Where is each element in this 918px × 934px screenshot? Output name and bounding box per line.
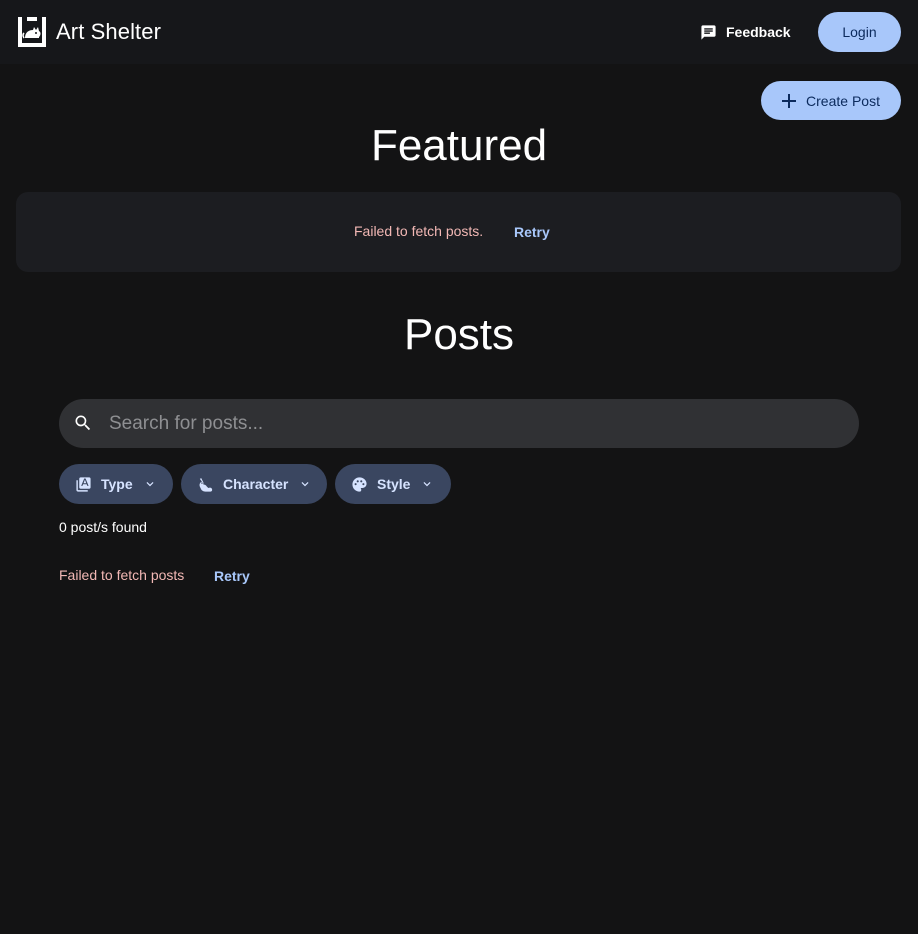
palette-icon	[352, 476, 367, 492]
filter-character-label: Character	[223, 476, 289, 492]
search-icon	[75, 415, 91, 431]
login-button[interactable]: Login	[818, 12, 901, 52]
filter-style-label: Style	[377, 476, 411, 492]
character-icon	[199, 477, 213, 492]
search-input[interactable]	[109, 399, 849, 448]
cat-shelter-logo-icon	[18, 17, 46, 47]
chevron-down-icon	[423, 482, 431, 487]
featured-retry-label: Retry	[514, 224, 550, 240]
featured-error-message: Failed to fetch posts.	[354, 223, 484, 239]
post-count: 0 post/s found	[59, 519, 147, 535]
create-post-label: Create Post	[806, 92, 880, 109]
brand-home-link[interactable]: Art Shelter	[18, 16, 161, 48]
feedback-button[interactable]: Feedback	[690, 14, 801, 50]
featured-retry-button[interactable]: Retry	[506, 218, 558, 246]
posts-error-message: Failed to fetch posts	[59, 567, 185, 583]
create-post-button[interactable]: Create Post	[761, 81, 901, 120]
search-bar[interactable]	[59, 399, 859, 448]
feedback-label: Feedback	[726, 24, 791, 40]
filter-type-label: Type	[101, 476, 133, 492]
filter-type-chip[interactable]: .chip-icon path{fill:#d6e3ff} Type	[59, 464, 173, 504]
top-app-bar: Art Shelter Feedback Login	[0, 0, 918, 64]
type-icon: .chip-icon path{fill:#d6e3ff}	[76, 476, 91, 492]
posts-retry-button[interactable]: Retry	[206, 562, 258, 590]
featured-title: Featured	[370, 121, 548, 170]
app-name: Art Shelter	[56, 19, 162, 44]
chevron-down-icon	[146, 482, 154, 487]
posts-retry-label: Retry	[214, 568, 250, 584]
posts-title: Posts	[403, 310, 515, 359]
login-label: Login	[842, 24, 877, 40]
chevron-down-icon	[301, 482, 309, 487]
app-root: Art Shelter Feedback Login Create Post F…	[0, 0, 918, 934]
filter-style-chip[interactable]: Style	[335, 464, 451, 504]
feedback-icon	[701, 24, 716, 40]
filter-character-chip[interactable]: Character	[181, 464, 327, 504]
plus-icon	[782, 93, 797, 108]
